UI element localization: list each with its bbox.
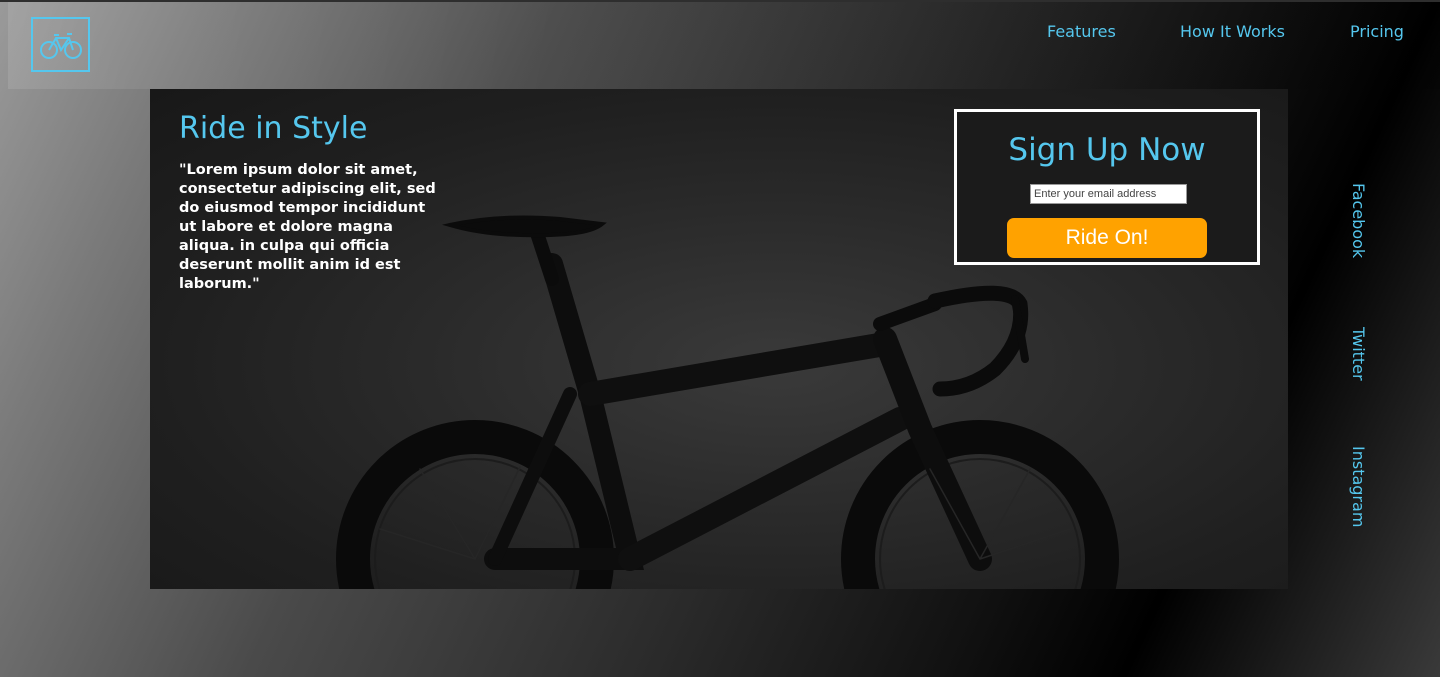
social-link-instagram[interactable]: Instagram: [1349, 446, 1368, 527]
nav-link-how-it-works[interactable]: How It Works: [1180, 22, 1285, 41]
email-input[interactable]: [1030, 184, 1187, 204]
hero-title: Ride in Style: [179, 111, 368, 146]
signup-title: Sign Up Now: [1008, 132, 1206, 168]
hero-quote: "Lorem ipsum dolor sit amet, consectetur…: [179, 162, 436, 292]
navbar: Features How It Works Pricing: [8, 2, 1440, 89]
logo-link[interactable]: [31, 17, 90, 72]
nav-link-pricing[interactable]: Pricing: [1350, 22, 1404, 41]
social-link-twitter[interactable]: Twitter: [1349, 327, 1368, 381]
social-link-facebook[interactable]: Facebook: [1349, 183, 1368, 258]
nav-link-features[interactable]: Features: [1047, 22, 1116, 41]
bicycle-icon: [39, 32, 82, 59]
ride-on-button[interactable]: Ride On!: [1007, 218, 1207, 258]
signup-box: Sign Up Now Ride On!: [954, 109, 1260, 265]
